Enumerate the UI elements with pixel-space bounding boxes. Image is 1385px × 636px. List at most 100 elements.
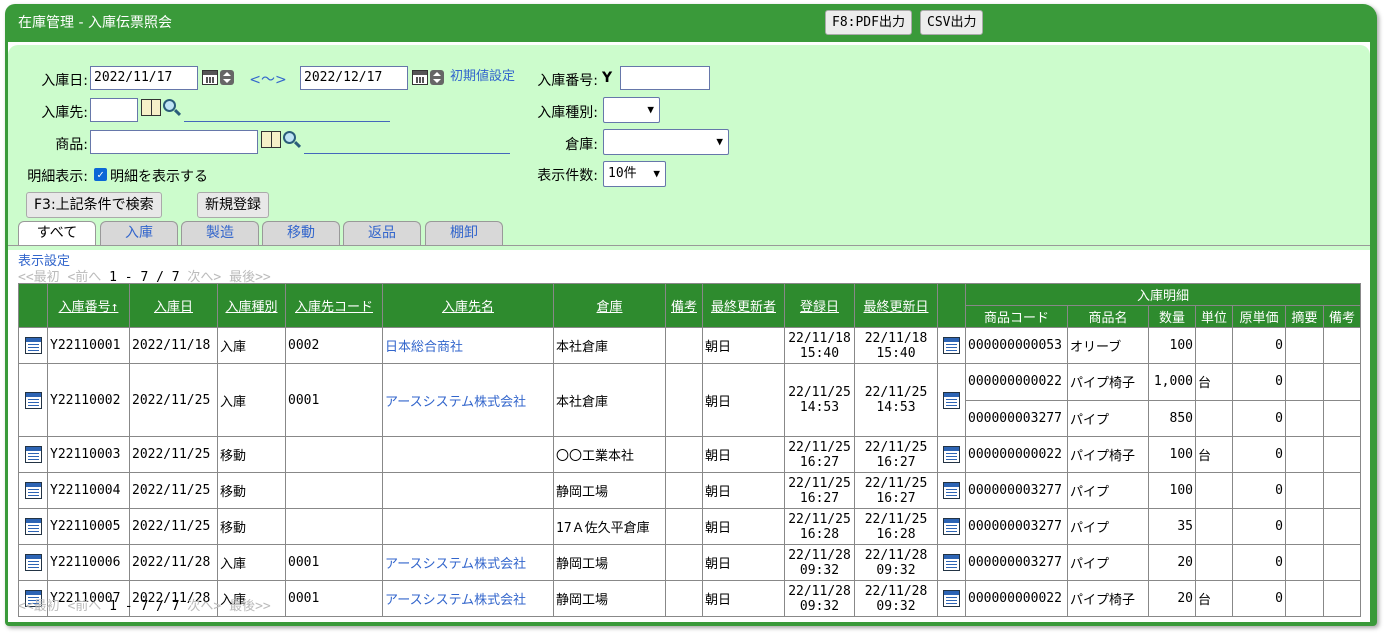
date-spinner-icon[interactable] — [430, 70, 444, 85]
pdf-output-button[interactable]: F8:PDF出力 — [825, 10, 912, 35]
updated-date: 22/11/25 — [864, 385, 928, 400]
detail-open-cell[interactable] — [937, 363, 966, 437]
document-icon[interactable] — [943, 446, 960, 463]
tab-manufacture[interactable]: 製造 — [181, 221, 259, 245]
type-select[interactable]: ▼ — [603, 97, 660, 123]
cell-qty: 35 — [1148, 508, 1196, 545]
cell-supplier-name[interactable] — [382, 472, 554, 509]
row-open-cell[interactable] — [18, 544, 48, 581]
document-icon[interactable] — [24, 554, 42, 571]
cell-warehouse: 本社倉庫 — [553, 363, 666, 437]
header-date[interactable]: 入庫日 — [129, 283, 218, 328]
detail-open-cell[interactable] — [937, 544, 966, 581]
calendar-icon[interactable] — [412, 70, 428, 85]
document-icon[interactable] — [24, 391, 42, 409]
header-registered[interactable]: 登録日 — [784, 283, 855, 328]
document-icon[interactable] — [943, 337, 960, 354]
detail-open-cell[interactable] — [937, 508, 966, 545]
document-icon[interactable] — [943, 590, 960, 607]
cell-supplier-name[interactable]: アースシステム株式会社 — [382, 363, 554, 437]
cell-updated: 22/11/18 15:40 — [854, 327, 938, 364]
table-row: Y22110004 2022/11/25 移動 静岡工場 朝日 22/11/25 16:27… — [18, 472, 1361, 509]
cell-type: 移動 — [217, 472, 286, 509]
magnifier-icon[interactable] — [283, 131, 296, 144]
product-code-input[interactable] — [90, 130, 258, 154]
document-icon[interactable] — [943, 391, 960, 409]
header-code[interactable]: 入庫先コード — [285, 283, 383, 328]
cell-note — [665, 327, 703, 364]
tab-transfer[interactable]: 移動 — [262, 221, 340, 245]
magnifier-icon[interactable] — [163, 99, 176, 112]
detail-checkbox[interactable]: ✓ — [94, 168, 107, 181]
cell-supplier-name[interactable] — [382, 508, 554, 545]
cell-updated: 22/11/28 09:32 — [854, 544, 938, 581]
table-row: Y22110005 2022/11/25 移動 17Ａ佐久平倉庫 朝日 22/11/25 1… — [18, 508, 1361, 545]
range-link[interactable]: <～> — [242, 69, 294, 89]
window-title: 在庫管理 - 入庫伝票照会 — [18, 15, 172, 31]
new-registration-button[interactable]: 新規登録 — [197, 192, 269, 218]
cell-supplier-name[interactable]: アースシステム株式会社 — [382, 580, 554, 617]
row-open-cell[interactable] — [18, 508, 48, 545]
detail-open-cell[interactable] — [937, 580, 966, 617]
cell-unit-price: 0 — [1232, 436, 1286, 473]
cell-detail-note-group — [1323, 363, 1361, 437]
cell-qty: 20 — [1148, 580, 1196, 617]
date-to-input[interactable]: 2022/12/17 — [300, 66, 408, 90]
count-select[interactable]: 10件 ▼ — [603, 161, 666, 187]
chevron-down-icon: ▼ — [653, 167, 660, 180]
updated-time: 16:27 — [876, 490, 916, 506]
document-icon[interactable] — [943, 482, 960, 499]
tab-return[interactable]: 返品 — [343, 221, 421, 245]
updated-date: 22/11/25 — [864, 475, 928, 491]
tab-receipt[interactable]: 入庫 — [100, 221, 178, 245]
date-spinner-icon[interactable] — [220, 70, 234, 85]
document-icon[interactable] — [943, 518, 960, 535]
detail-open-cell[interactable] — [937, 472, 966, 509]
search-button[interactable]: F3:上記条件で検索 — [26, 192, 162, 218]
supplier-code-input[interactable] — [90, 98, 138, 122]
row-open-cell[interactable] — [18, 436, 48, 473]
detail-open-cell[interactable] — [937, 436, 966, 473]
header-warehouse[interactable]: 倉庫 — [553, 283, 666, 328]
document-icon[interactable] — [24, 482, 42, 499]
csv-output-button[interactable]: CSV出力 — [920, 10, 984, 35]
header-note[interactable]: 備考 — [665, 283, 703, 328]
row-open-cell[interactable] — [18, 472, 48, 509]
cell-qty: 100 — [1148, 472, 1196, 509]
header-updated[interactable]: 最終更新日 — [854, 283, 938, 328]
document-icon[interactable] — [24, 337, 42, 354]
row-open-cell[interactable] — [18, 327, 48, 364]
cell-date: 2022/11/28 — [129, 544, 218, 581]
cell-summary — [1285, 327, 1324, 364]
cell-supplier-name[interactable]: 日本総合商社 — [382, 327, 554, 364]
updated-date: 22/11/28 — [864, 547, 928, 563]
document-icon[interactable] — [24, 446, 42, 463]
calendar-icon[interactable] — [202, 70, 218, 85]
warehouse-select[interactable]: ▼ — [603, 129, 729, 155]
cell-supplier-name[interactable] — [382, 436, 554, 473]
document-icon[interactable] — [24, 518, 42, 535]
document-icon[interactable] — [943, 554, 960, 571]
detail-open-cell[interactable] — [937, 327, 966, 364]
cell-supplier-name[interactable]: アースシステム株式会社 — [382, 544, 554, 581]
header-type[interactable]: 入庫種別 — [217, 283, 286, 328]
date-from-input[interactable]: 2022/11/17 — [90, 66, 198, 90]
initial-value-link[interactable]: 初期値設定 — [450, 65, 515, 84]
supplier-label: 入庫先: — [41, 105, 88, 121]
cell-qty-group: 1,000 850 — [1148, 363, 1196, 437]
supplier-name-field — [184, 121, 390, 122]
cell-product-code-group: 000000000022 000000003277 — [965, 363, 1068, 437]
tab-inventory[interactable]: 棚卸 — [425, 221, 503, 245]
tab-all[interactable]: すべて — [18, 221, 96, 246]
book-icon[interactable] — [141, 99, 161, 116]
header-name[interactable]: 入庫先名 — [382, 283, 554, 328]
header-number[interactable]: 入庫番号↑ — [47, 283, 130, 328]
cell-summary — [1285, 580, 1324, 617]
table-row: Y22110001 2022/11/18 入庫 0002 日本総合商社 本社倉庫 朝日 22/… — [18, 327, 1361, 364]
header-updater[interactable]: 最終更新者 — [702, 283, 785, 328]
number-input[interactable] — [620, 66, 710, 90]
row-open-cell[interactable] — [18, 363, 48, 437]
cell-updated: 22/11/25 16:27 — [854, 436, 938, 473]
book-icon[interactable] — [261, 131, 281, 148]
cell-warehouse: 17Ａ佐久平倉庫 — [553, 508, 666, 545]
